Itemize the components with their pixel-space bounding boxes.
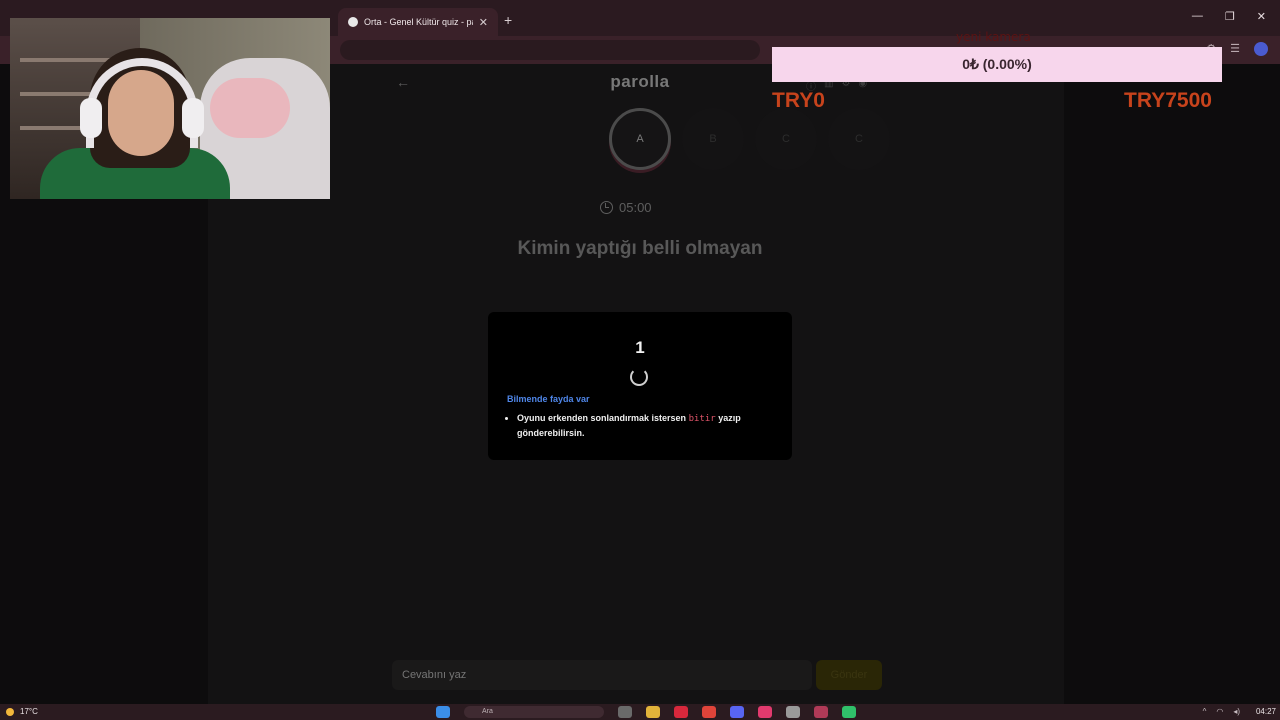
app-icon[interactable]: [758, 706, 772, 718]
window-controls: — ❐ ✕: [1192, 10, 1280, 23]
wifi-icon[interactable]: ◠: [1216, 707, 1223, 716]
back-arrow-icon[interactable]: ←: [396, 74, 410, 90]
countdown-card: 1 Bilmende fayda var Oyunu erkenden sonl…: [488, 312, 792, 460]
donation-progress-bar: 0₺ (0.00%): [772, 47, 1222, 82]
donation-goal-title: yeni kamera: [956, 30, 1031, 44]
app-icon[interactable]: [842, 706, 856, 718]
chrome-icon[interactable]: [702, 706, 716, 718]
loading-spinner-icon: [630, 368, 648, 386]
menu-list-icon[interactable]: ☰: [1230, 42, 1240, 56]
headphone-earcup: [182, 98, 204, 138]
tip-title: Bilmende fayda var: [507, 394, 590, 404]
browser-app-icon[interactable]: [814, 706, 828, 718]
minimize-button[interactable]: —: [1192, 10, 1203, 23]
countdown-number: 1: [635, 338, 645, 357]
task-view-icon[interactable]: [618, 706, 632, 718]
player-avatar: B: [682, 108, 744, 170]
windows-taskbar: 17°C Ara ^ ◠ ◂) 04:27: [0, 704, 1280, 720]
donation-goal-max: TRY7500: [1124, 89, 1212, 112]
tray-chevron-icon[interactable]: ^: [1203, 707, 1207, 716]
tip-item: Oyunu erkenden sonlandırmak istersen bit…: [517, 411, 777, 440]
headphone-earcup: [80, 98, 102, 138]
new-tab-button[interactable]: +: [504, 12, 512, 28]
volume-icon[interactable]: ◂): [1233, 707, 1240, 716]
send-button[interactable]: Gönder: [816, 660, 882, 690]
weather-widget[interactable]: 17°C: [6, 707, 38, 716]
close-window-button[interactable]: ✕: [1257, 10, 1266, 23]
address-bar[interactable]: [340, 40, 760, 60]
taskbar-search[interactable]: Ara: [464, 706, 604, 718]
brand-title: parolla: [610, 72, 670, 91]
answer-input[interactable]: [392, 660, 812, 690]
donation-goal-min: TRY0: [772, 89, 825, 112]
timer-value: 05:00: [619, 200, 652, 215]
player-avatar: C: [828, 108, 890, 170]
browser-tab-active[interactable]: Orta - Genel Kültür quiz - parolla ✕: [338, 8, 498, 36]
tab-close-icon[interactable]: ✕: [479, 16, 488, 29]
profile-avatar[interactable]: [1254, 42, 1268, 56]
clock-icon: [600, 201, 613, 214]
taskbar-apps: Ara: [436, 706, 856, 718]
discord-icon[interactable]: [730, 706, 744, 718]
tab-favicon-icon: [348, 17, 358, 27]
obs-icon[interactable]: [786, 706, 800, 718]
file-explorer-icon[interactable]: [646, 706, 660, 718]
timer: 05:00: [600, 200, 680, 215]
tip-list: Oyunu erkenden sonlandırmak istersen bit…: [517, 411, 777, 440]
webcam-overlay: [10, 18, 330, 199]
player-avatar-active: A: [609, 108, 671, 170]
weather-sun-icon: [6, 707, 14, 716]
webcam-streamer: [30, 48, 230, 199]
maximize-button[interactable]: ❐: [1225, 10, 1235, 23]
player-avatar: C: [755, 108, 817, 170]
webcam-plush-toy: [210, 78, 290, 138]
weather-temp: 17°C: [20, 707, 38, 716]
question-text: Kimin yaptığı belli olmayan: [517, 238, 763, 259]
taskbar-clock[interactable]: 04:27: [1256, 707, 1276, 716]
start-menu-icon[interactable]: [436, 706, 450, 718]
app-icon[interactable]: [674, 706, 688, 718]
system-tray: ^ ◠ ◂): [1203, 707, 1240, 716]
donation-progress-text: 0₺ (0.00%): [962, 56, 1032, 72]
tip-text-before: Oyunu erkenden sonlandırmak istersen: [517, 413, 687, 423]
tab-title: Orta - Genel Kültür quiz - parolla: [364, 17, 473, 27]
tip-keyword: bitir: [688, 414, 716, 424]
